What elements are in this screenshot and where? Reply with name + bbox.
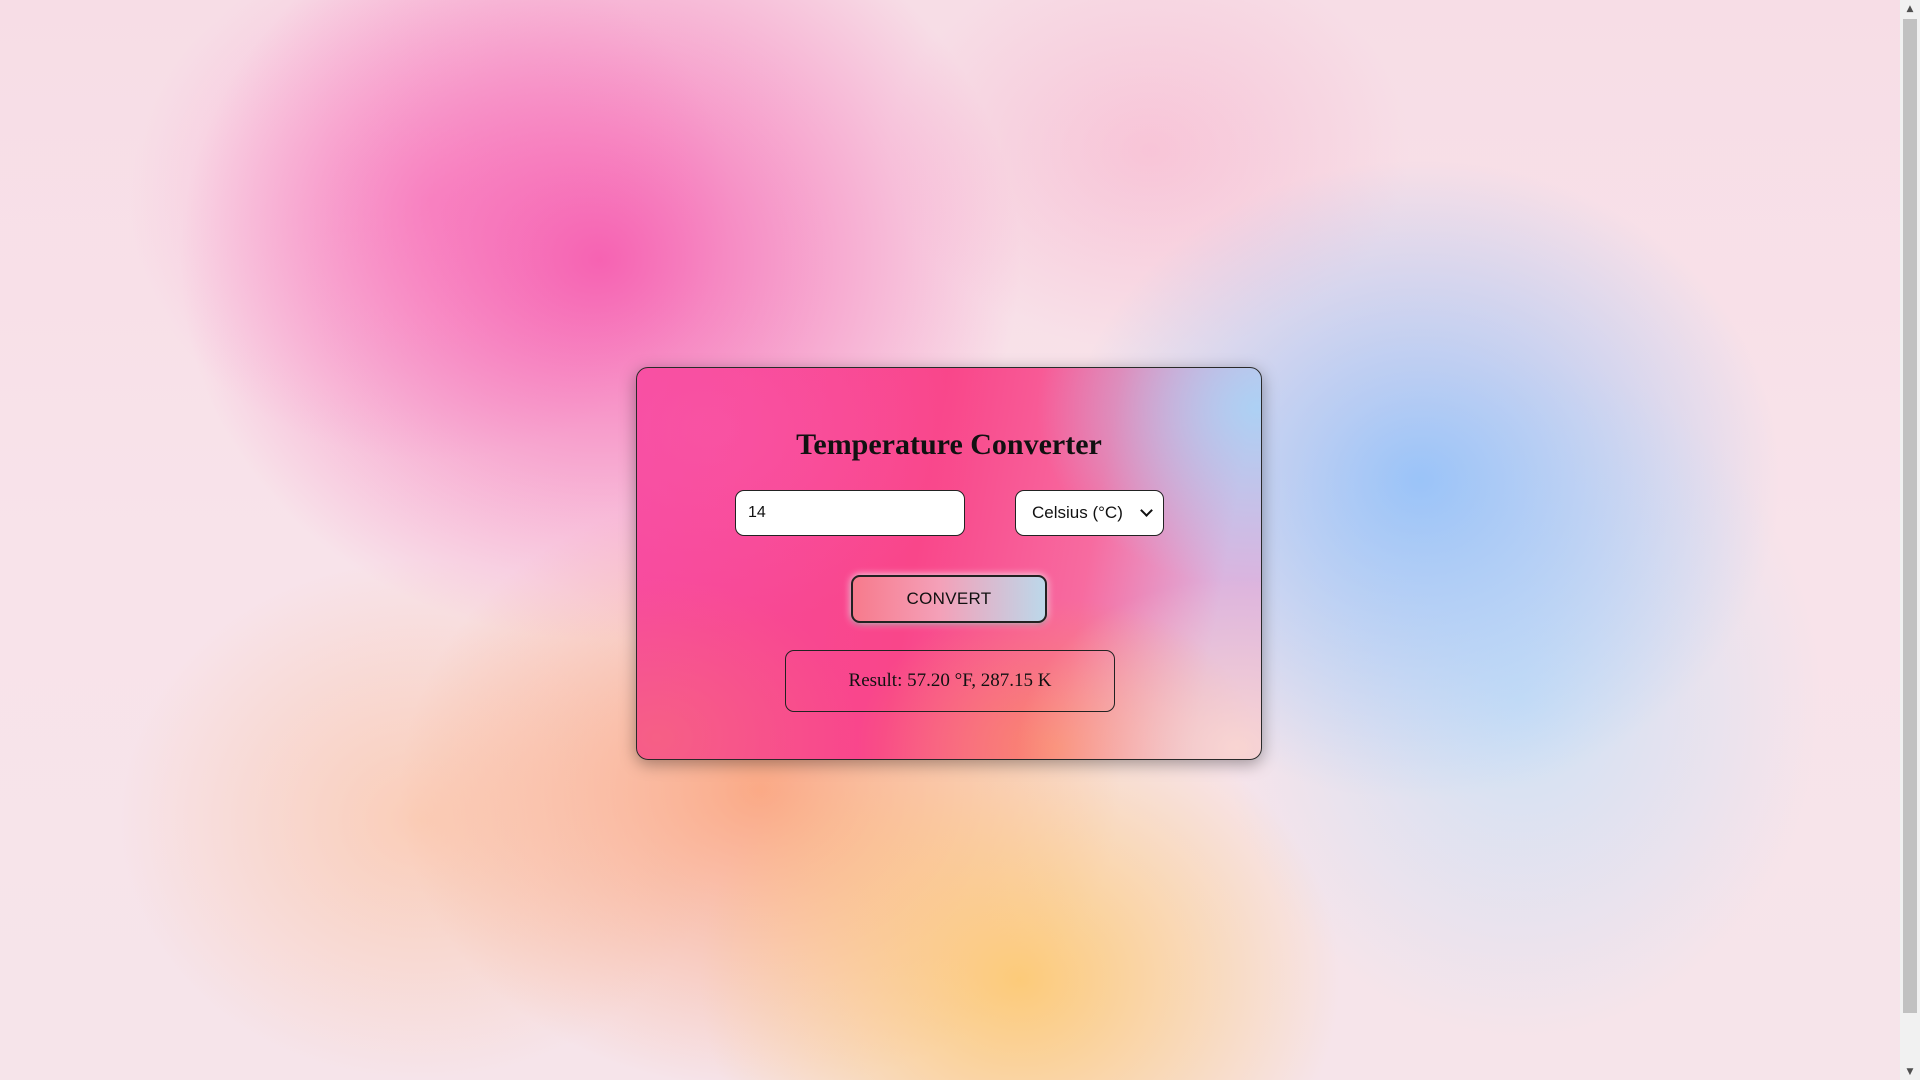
converter-card: Temperature Converter Celsius (°C) CONVE…	[636, 367, 1262, 760]
result-box: Result: 57.20 °F, 287.15 K	[785, 650, 1115, 712]
unit-select[interactable]: Celsius (°C)	[1015, 490, 1164, 536]
temperature-input[interactable]	[735, 490, 965, 536]
page-title: Temperature Converter	[796, 428, 1102, 461]
convert-button[interactable]: CONVERT	[851, 575, 1047, 623]
unit-select-value: Celsius (°C)	[1032, 503, 1123, 522]
chevron-down-icon	[1140, 504, 1153, 517]
result-text: Result: 57.20 °F, 287.15 K	[848, 670, 1052, 691]
vertical-scrollbar[interactable]: ▲ ▼	[1900, 0, 1920, 1080]
scrollbar-thumb[interactable]	[1903, 19, 1917, 1013]
scroll-down-arrow-icon[interactable]: ▼	[1900, 1063, 1920, 1080]
scroll-up-arrow-icon[interactable]: ▲	[1900, 0, 1920, 17]
